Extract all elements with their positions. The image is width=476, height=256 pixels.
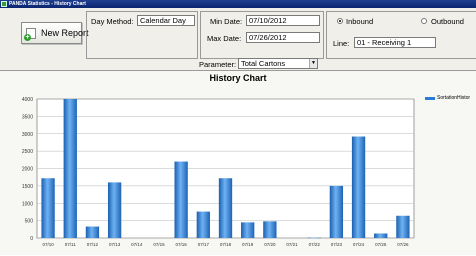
bar <box>241 222 255 238</box>
bar <box>174 161 188 238</box>
min-date-label: Min Date: <box>210 17 243 26</box>
y-tick-label: 1000 <box>22 201 33 207</box>
parameter-label: Parameter: <box>199 60 237 69</box>
app-icon <box>1 1 7 7</box>
line-label: Line: <box>333 39 350 48</box>
x-tick-label: 07/10 <box>42 242 54 247</box>
y-tick-label: 2000 <box>22 167 33 173</box>
y-tick-label: 3000 <box>22 132 33 138</box>
new-document-icon: + <box>24 28 36 41</box>
bar <box>351 136 366 238</box>
x-tick-label: 07/26 <box>397 242 409 247</box>
new-report-label: New Report <box>41 28 89 38</box>
outbound-radio[interactable] <box>421 18 427 24</box>
x-tick-label: 07/13 <box>109 242 121 247</box>
y-tick-label: 2500 <box>22 149 33 155</box>
bar <box>63 99 77 238</box>
date-panel: Min Date: 07/10/2012 Max Date: 07/26/201… <box>200 11 324 59</box>
direction-panel: Inbound Outbound Line: 01 - Receiving 1 <box>326 11 476 59</box>
y-tick-label: 1500 <box>22 184 33 190</box>
toolbar: + New Report Day Method: Calendar Day Mi… <box>0 8 476 70</box>
bar <box>218 178 233 238</box>
x-tick-label: 07/18 <box>220 242 232 247</box>
x-tick-label: 07/11 <box>65 242 76 247</box>
x-tick-label: 07/25 <box>375 242 387 247</box>
y-tick-label: 3500 <box>22 114 33 120</box>
x-tick-label: 07/16 <box>176 242 188 247</box>
y-tick-label: 500 <box>25 219 34 225</box>
x-tick-label: 07/19 <box>242 242 254 247</box>
day-method-field[interactable]: Calendar Day <box>137 15 195 26</box>
y-tick-label: 0 <box>30 236 33 242</box>
max-date-field[interactable]: 07/26/2012 <box>246 32 320 43</box>
y-tick-label: 4000 <box>22 97 33 103</box>
x-tick-label: 07/15 <box>153 242 165 247</box>
bar <box>329 185 344 238</box>
min-date-field[interactable]: 07/10/2012 <box>246 15 320 26</box>
bar <box>107 182 122 238</box>
day-method-panel: Day Method: Calendar Day <box>86 11 198 59</box>
bar <box>374 233 388 238</box>
bar <box>307 237 321 239</box>
x-tick-label: 07/21 <box>286 242 298 247</box>
x-tick-label: 07/12 <box>87 242 99 247</box>
parameter-value: Total Cartons <box>241 59 286 68</box>
chevron-down-icon[interactable]: ▼ <box>309 59 317 68</box>
x-tick-label: 07/23 <box>331 242 343 247</box>
line-field[interactable]: 01 - Receiving 1 <box>354 37 436 48</box>
bar <box>196 211 210 238</box>
window-title: PANDA Statistics - History Chart <box>9 1 86 7</box>
title-bar: PANDA Statistics - History Chart <box>0 0 476 8</box>
x-tick-label: 07/22 <box>309 242 321 247</box>
day-method-label: Day Method: <box>91 17 134 26</box>
bar <box>396 215 410 238</box>
inbound-label: Inbound <box>346 17 374 26</box>
outbound-label: Outbound <box>431 17 464 26</box>
bar <box>85 226 100 238</box>
parameter-select[interactable]: Total Cartons ▼ <box>238 58 318 69</box>
bar <box>41 178 55 238</box>
bar <box>263 221 277 238</box>
x-tick-label: 07/20 <box>264 242 276 247</box>
history-bar-chart: 0 500 1000 1500 2000 2500 3000 3500 4000 07/10 07/… <box>22 97 415 247</box>
max-date-label: Max Date: <box>207 34 242 43</box>
x-tick-label: 07/14 <box>131 242 143 247</box>
chart-area: History Chart SortationHistor 0 500 1000 15… <box>0 70 476 255</box>
x-tick-label: 07/24 <box>353 242 365 247</box>
new-report-button[interactable]: + New Report <box>21 22 89 44</box>
x-tick-label: 07/17 <box>198 242 210 247</box>
inbound-radio[interactable] <box>337 18 343 24</box>
